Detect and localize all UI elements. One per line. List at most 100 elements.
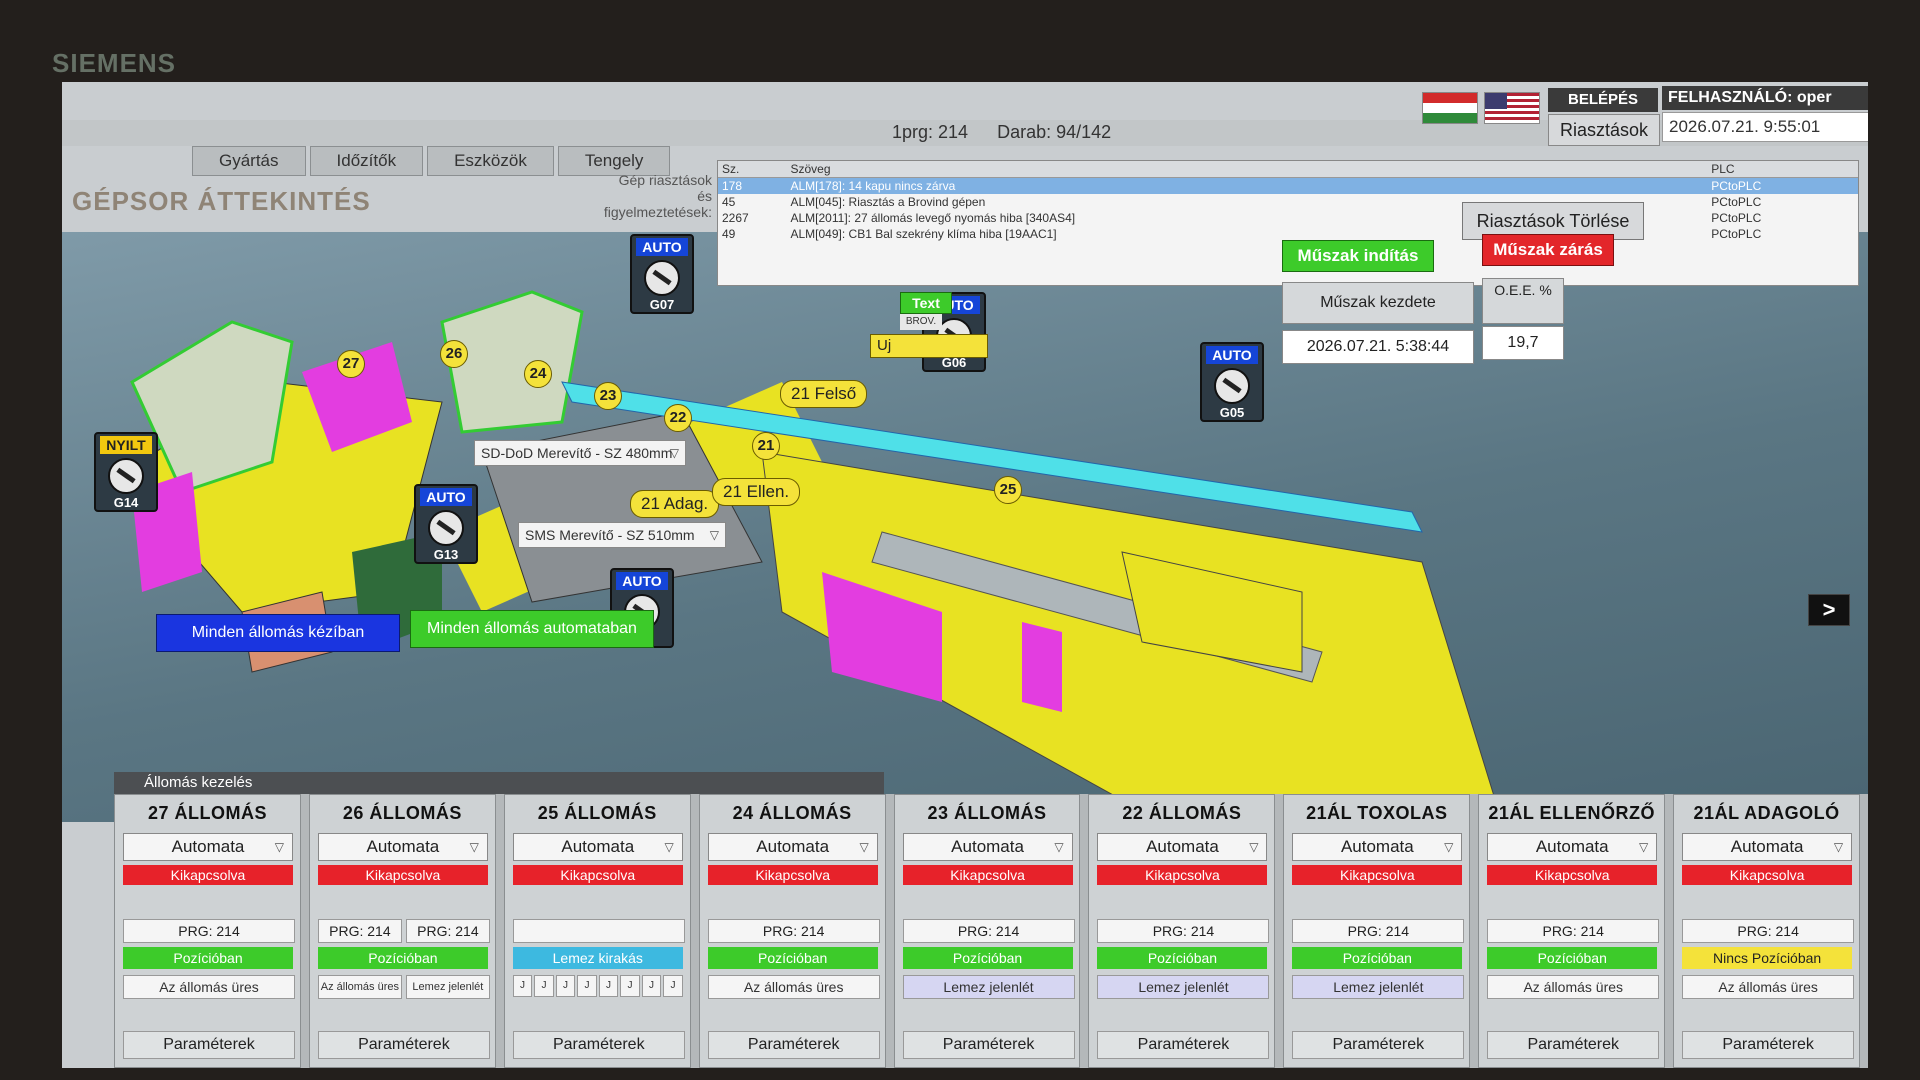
station-state: Kikapcsolva — [1097, 865, 1268, 885]
chevron-down-icon: ▽ — [469, 840, 479, 854]
station-tag-21-felso[interactable]: 21 Felső — [780, 380, 868, 408]
station-mode-select[interactable]: Automata ▽ — [512, 833, 683, 861]
station-state: Kikapcsolva — [1487, 865, 1658, 885]
station-mode-select[interactable]: Automata ▽ — [902, 833, 1073, 861]
chevron-down-icon: ▽ — [664, 840, 674, 854]
chevron-down-icon: ▽ — [709, 528, 719, 542]
alarm-nr: 178 — [722, 179, 743, 193]
station-program — [512, 919, 685, 943]
guard-g13[interactable]: AUTO G13 — [414, 484, 478, 564]
station-name: 27 ÁLLOMÁS — [147, 803, 267, 823]
chevron-down-icon: ▽ — [1833, 840, 1844, 854]
guard-mode: AUTO — [636, 238, 688, 256]
tab-eszkozok[interactable]: Eszközök — [427, 146, 554, 176]
oee-value: 19,7 — [1482, 326, 1564, 360]
alarm-row[interactable]: 178 ALM[178]: 14 kapu nincs zárva PCtoPL… — [718, 178, 1858, 194]
station-info: Az állomás üres — [317, 975, 402, 999]
station-mode-select[interactable]: Automata ▽ — [707, 833, 878, 861]
station-marker-27[interactable]: 27 — [337, 350, 365, 378]
station-program: PRG: 214 — [902, 919, 1075, 943]
station-marker-22[interactable]: 22 — [664, 404, 692, 432]
sensor-cell: J — [620, 975, 640, 997]
station-mode-value: Automata — [1146, 837, 1219, 856]
stiffener-select-2[interactable]: SMS Merevítő - SZ 510mm ▽ — [518, 522, 726, 548]
stiffener-select-2-value: SMS Merevítő - SZ 510mm — [525, 527, 695, 543]
sensor-cell: J — [663, 975, 683, 997]
tab-idozitok[interactable]: Időzítők — [309, 146, 424, 176]
alarm-row[interactable]: 2267 ALM[2011]: 27 állomás levegő nyomás… — [718, 210, 1858, 226]
station-21-toxolas: 21ÁL TOXOLAS Automata ▽ Kikapcsolva PRG: … — [1283, 794, 1471, 1068]
alarms-button[interactable]: Riasztások — [1548, 114, 1660, 146]
station-marker-24[interactable]: 24 — [524, 360, 552, 388]
station-mode-select[interactable]: Automata ▽ — [1097, 833, 1268, 861]
station-mode-select[interactable]: Automata ▽ — [317, 833, 488, 861]
guard-mode: AUTO — [1206, 346, 1258, 364]
station-24: 24 ÁLLOMÁS Automata ▽ Kikapcsolva PRG: 21… — [698, 794, 886, 1068]
station-mode-value: Automata — [561, 837, 635, 856]
guard-name: G07 — [649, 297, 675, 312]
station-info: Lemez jelenlét — [1292, 975, 1465, 999]
shift-end-button[interactable]: Műszak zárás — [1482, 234, 1614, 266]
station-mode-select[interactable]: Automata ▽ — [123, 833, 293, 861]
station-name: 25 ÁLLOMÁS — [537, 803, 657, 823]
sensor-cell: J — [577, 975, 597, 997]
station-position: Pozícióban — [1292, 947, 1463, 969]
sensor-cell: J — [555, 975, 576, 997]
oee-label: O.E.E. % — [1482, 278, 1564, 324]
station-params-button[interactable]: Paraméterek — [1292, 1031, 1465, 1059]
chevron-down-icon: ▽ — [1639, 840, 1649, 854]
station-position: Pozícióban — [1097, 947, 1268, 969]
login-button[interactable]: BELÉPÉS — [1548, 88, 1658, 112]
piece-count: Darab: 94/142 — [997, 122, 1112, 142]
uj-tag[interactable]: Uj — [870, 334, 988, 358]
station-tag-21-ellen[interactable]: 21 Ellen. — [712, 478, 801, 506]
tab-gyartas[interactable]: Gyártás — [192, 146, 306, 176]
station-params-button[interactable]: Paraméterek — [123, 1031, 295, 1059]
station-tag-21-adag[interactable]: 21 Adag. — [630, 490, 720, 518]
station-mode-select[interactable]: Automata ▽ — [1292, 833, 1463, 861]
next-page-button[interactable]: > — [1808, 594, 1850, 626]
station-21-ellenorzo: 21ÁL ELLENŐRZŐ Automata ▽ Kikapcsolva PRG… — [1478, 794, 1666, 1068]
station-program-2: PRG: 214 — [405, 919, 490, 943]
shift-start-button[interactable]: Műszak indítás — [1282, 240, 1434, 272]
guard-g14[interactable]: NYILT G14 — [94, 432, 158, 512]
alarm-text: ALM[178]: 14 kapu nincs zárva — [790, 179, 956, 193]
chevron-down-icon: ▽ — [859, 840, 869, 854]
station-params-button[interactable]: Paraméterek — [707, 1031, 880, 1059]
station-params-button[interactable]: Paraméterek — [1682, 1031, 1855, 1059]
station-info: Lemez jelenlét — [902, 975, 1075, 999]
us-flag-icon[interactable] — [1484, 92, 1540, 124]
station-name: 24 ÁLLOMÁS — [732, 803, 852, 823]
station-state: Kikapcsolva — [902, 865, 1073, 885]
station-mode-value: Automata — [171, 837, 245, 856]
station-marker-26[interactable]: 26 — [440, 340, 468, 368]
alarm-nr: 45 — [722, 195, 736, 209]
alarm-row[interactable]: 45 ALM[045]: Riasztás a Brovind gépen PC… — [718, 194, 1858, 210]
station-name: 21ÁL ADAGOLÓ — [1693, 803, 1840, 823]
station-panel-title: Állomás kezelés — [114, 772, 884, 794]
station-params-button[interactable]: Paraméterek — [512, 1031, 685, 1059]
station-params-button[interactable]: Paraméterek — [1097, 1031, 1270, 1059]
alarm-nr: 2267 — [722, 211, 749, 225]
station-params-button[interactable]: Paraméterek — [902, 1031, 1075, 1059]
station-marker-23[interactable]: 23 — [594, 382, 622, 410]
alarm-plc: PCtoPLC — [1711, 227, 1762, 241]
station-marker-25[interactable]: 25 — [994, 476, 1022, 504]
station-params-button[interactable]: Paraméterek — [1487, 1031, 1660, 1059]
all-stations-auto-button[interactable]: Minden állomás automataban — [410, 610, 654, 648]
station-mode-value: Automata — [951, 837, 1024, 856]
guard-g07[interactable]: AUTO G07 — [630, 234, 694, 314]
station-params-button[interactable]: Paraméterek — [317, 1031, 490, 1059]
station-info: Az állomás üres — [707, 975, 880, 999]
stiffener-select-1[interactable]: SD-DoD Merevítő - SZ 480mm ▽ — [474, 440, 686, 466]
station-program: PRG: 214 — [707, 919, 880, 943]
guard-g05[interactable]: AUTO G05 — [1200, 342, 1264, 422]
station-mode-select[interactable]: Automata ▽ — [1487, 833, 1658, 861]
station-22: 22 ÁLLOMÁS Automata ▽ Kikapcsolva PRG: 21… — [1088, 794, 1276, 1068]
station-mode-select[interactable]: Automata ▽ — [1682, 833, 1853, 861]
all-stations-manual-button[interactable]: Minden állomás kézíban — [156, 614, 400, 652]
sensor-cell: J — [641, 975, 662, 997]
hungarian-flag-icon[interactable] — [1422, 92, 1478, 124]
station-marker-21[interactable]: 21 — [752, 432, 780, 460]
selector-knob-icon — [428, 510, 464, 546]
